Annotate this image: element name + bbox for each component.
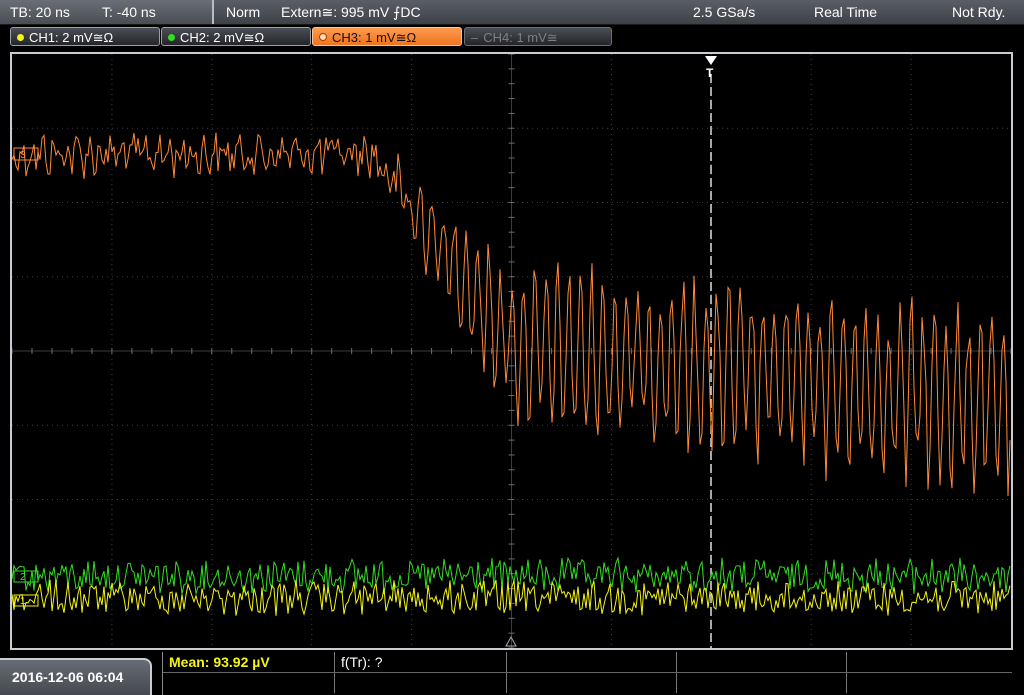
measurement-panel[interactable]: Mean: 93.92 µV f(Tr): ?	[162, 652, 1012, 695]
sample-rate-label[interactable]: 2.5 GSa/s	[693, 0, 755, 24]
trigger-mode-label[interactable]: Norm	[226, 0, 260, 24]
datetime-box: 2016-12-06 06:04	[0, 658, 152, 695]
measurement-slot-6[interactable]	[163, 673, 335, 693]
measurement-slot-5[interactable]	[847, 652, 1013, 672]
mean-measurement[interactable]: Mean: 93.92 µV	[163, 652, 335, 672]
oscilloscope-screen: TB: 20 ns T: -40 ns Norm Extern≅: 995 mV…	[0, 0, 1024, 695]
bottom-bar: 2016-12-06 06:04 Mean: 93.92 µV f(Tr): ?	[0, 652, 1024, 695]
ch4-dash-icon: –	[471, 30, 479, 45]
tab-ch3[interactable]: CH3: 1 mV≅Ω	[312, 27, 462, 46]
rise-time-measurement[interactable]: f(Tr): ?	[335, 652, 507, 672]
ch3-marker-label: 3	[20, 150, 26, 161]
ch1-marker-label: 1	[20, 596, 26, 607]
timebase-label[interactable]: TB: 20 ns	[10, 0, 70, 24]
ch1-label: CH1: 2 mV≅Ω	[29, 30, 114, 45]
datetime-label: 2016-12-06 06:04	[12, 669, 124, 685]
tab-ch1[interactable]: CH1: 2 mV≅Ω	[10, 27, 160, 46]
ch2-label: CH2: 2 mV≅Ω	[180, 30, 265, 45]
trigger-arrow-icon[interactable]	[705, 56, 717, 65]
ch2-dot-icon	[168, 34, 175, 41]
trigger-marker-label: T	[706, 66, 714, 80]
waveform-display[interactable]: T 3 2 1	[10, 52, 1013, 650]
tab-ch4[interactable]: – CH4: 1 mV≅	[464, 27, 612, 46]
measurement-row: Mean: 93.92 µV f(Tr): ?	[163, 652, 1012, 673]
ch2-marker-label: 2	[20, 572, 26, 583]
tab-ch2[interactable]: CH2: 2 mV≅Ω	[161, 27, 311, 46]
trigger-status-label: Not Rdy.	[952, 4, 1006, 20]
ch3-dot-icon	[319, 33, 327, 41]
ch1-dot-icon	[17, 34, 24, 41]
measurement-slot-7[interactable]	[335, 673, 507, 693]
channel-bar: CH1: 2 mV≅Ω CH2: 2 mV≅Ω CH3: 1 mV≅Ω – CH4…	[0, 26, 1024, 48]
status-bar: TB: 20 ns T: -40 ns Norm Extern≅: 995 mV…	[0, 0, 1024, 25]
trigger-position-label[interactable]: T: -40 ns	[102, 0, 156, 24]
measurement-slot-10[interactable]	[847, 673, 1013, 693]
trigger-source-label[interactable]: Extern≅: 995 mV ⨍DC	[281, 0, 421, 24]
ch3-label: CH3: 1 mV≅Ω	[332, 30, 417, 45]
measurement-row-2	[163, 673, 1012, 693]
acquisition-mode-label[interactable]: Real Time	[814, 0, 877, 24]
measurement-slot-9[interactable]	[677, 673, 847, 693]
ch4-label: CH4: 1 mV≅	[483, 30, 558, 45]
measurement-slot-4[interactable]	[677, 652, 847, 672]
measurement-slot-3[interactable]	[507, 652, 677, 672]
waveform-canvas[interactable]: T 3 2 1	[12, 54, 1011, 648]
measurement-slot-8[interactable]	[507, 673, 677, 693]
